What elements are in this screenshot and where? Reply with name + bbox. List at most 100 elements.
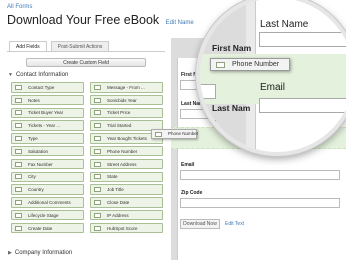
field-label: Message - From ... xyxy=(107,84,145,90)
field-icon xyxy=(94,135,101,141)
section-contact-information[interactable]: ▼ Contact Information xyxy=(8,72,68,78)
field-item[interactable]: City xyxy=(11,171,84,183)
email-label: Email xyxy=(181,162,195,168)
field-item[interactable]: Job Title xyxy=(90,184,163,195)
field-icon xyxy=(94,148,101,154)
field-icon xyxy=(94,187,101,193)
field-item[interactable]: Fax Number xyxy=(11,158,84,170)
page-title: Download Your Free eBook Edit Name xyxy=(7,13,194,27)
dragging-field[interactable]: Phone Number xyxy=(151,129,199,139)
zip-code-label: Zip Code xyxy=(181,190,203,196)
field-item[interactable]: Salutation xyxy=(11,145,84,157)
field-item[interactable]: Close Date xyxy=(90,197,163,208)
field-label: Additional Comments xyxy=(28,199,71,205)
field-item[interactable]: Contact Type xyxy=(11,82,84,93)
field-label: Create Date xyxy=(28,225,53,231)
field-item[interactable]: Sonicbids Year xyxy=(90,94,163,106)
zoom-email-input xyxy=(259,98,346,113)
field-label: Country xyxy=(28,187,44,193)
field-item[interactable]: Phone Number xyxy=(90,145,163,157)
field-label: Phone Number xyxy=(232,61,280,68)
zoom-dragging-field: Phone Number xyxy=(210,58,290,71)
download-now-button[interactable]: Download Now xyxy=(180,219,220,229)
section-company-information[interactable]: ▶ Company Information xyxy=(8,250,72,256)
field-icon xyxy=(15,135,22,141)
field-label: Ticket Buyer Year xyxy=(28,110,64,116)
field-icon xyxy=(216,61,225,68)
zip-code-input[interactable] xyxy=(180,198,340,208)
field-icon xyxy=(94,174,101,180)
chevron-right-icon: ▶ xyxy=(8,250,12,256)
field-icon xyxy=(15,212,22,218)
field-icon xyxy=(94,225,101,231)
field-item[interactable]: Notes xyxy=(11,94,84,106)
field-label: Trial Started xyxy=(107,123,132,129)
field-item[interactable]: Ticket Price xyxy=(90,107,163,119)
field-label: Lifecycle Stage xyxy=(28,212,59,218)
page-title-text: Download Your Free eBook xyxy=(7,13,160,27)
field-icon xyxy=(15,110,22,116)
field-item[interactable]: Tickets - Year ... xyxy=(11,120,84,131)
field-label: Contact Type xyxy=(28,84,55,90)
field-icon xyxy=(94,97,101,103)
field-label: City xyxy=(28,174,36,180)
field-label: Sonicbids Year xyxy=(107,97,137,103)
zoom-input-fragment xyxy=(200,84,216,99)
zoom-last-name-input xyxy=(259,32,346,47)
field-icon xyxy=(94,110,101,116)
field-item[interactable]: HubSpot Score xyxy=(90,222,163,234)
field-item[interactable]: Street Address xyxy=(90,158,163,170)
field-icon xyxy=(94,199,101,205)
field-label: Type xyxy=(28,135,38,141)
chevron-down-icon: ▼ xyxy=(8,72,13,78)
zoom-first-name-label: First Nam xyxy=(212,43,252,53)
email-input[interactable] xyxy=(180,170,340,180)
field-label: State xyxy=(107,174,118,180)
field-item[interactable]: Country xyxy=(11,184,84,195)
tab-divider xyxy=(7,51,165,52)
field-label: Street Address xyxy=(107,161,137,167)
field-item[interactable]: Additional Comments xyxy=(11,197,84,208)
section-label: Company Information xyxy=(14,250,73,256)
field-label: Job Title xyxy=(107,187,124,193)
zoom-last-name-label-2: Last Nam xyxy=(212,103,251,113)
tab-bar: Add Fields Post-Submit Actions xyxy=(9,41,110,51)
field-icon xyxy=(15,187,22,193)
field-item[interactable]: Type xyxy=(11,133,84,144)
field-icon xyxy=(155,131,162,137)
field-item[interactable]: Lifecycle Stage xyxy=(11,209,84,221)
field-item[interactable]: Message - From ... xyxy=(90,82,163,93)
magnifier-zoom: Last Name First Nam Last Nam Email Phone… xyxy=(196,0,346,156)
field-label: Phone Number xyxy=(168,131,199,136)
field-icon xyxy=(15,148,22,154)
tab-post-submit-actions[interactable]: Post-Submit Actions xyxy=(50,41,110,51)
edit-text-link[interactable]: Edit Text xyxy=(225,221,244,227)
field-label: Phone Number xyxy=(107,148,138,154)
field-icon xyxy=(94,161,101,167)
field-label: IP Address xyxy=(107,212,129,218)
field-icon xyxy=(15,97,22,103)
edit-name-link[interactable]: Edit Name xyxy=(166,20,194,26)
field-label: Year Bought Tickets xyxy=(107,135,147,141)
field-item[interactable]: Create Date xyxy=(11,222,84,234)
field-icon xyxy=(15,123,22,129)
section-label: Contact Information xyxy=(15,72,69,78)
field-label: Fax Number xyxy=(28,161,53,167)
zoom-email-label: Email xyxy=(260,82,286,93)
field-label: Close Date xyxy=(107,199,130,205)
field-icon xyxy=(94,212,101,218)
create-custom-field-button[interactable]: Create Custom Field xyxy=(26,58,146,67)
field-label: HubSpot Score xyxy=(107,225,138,231)
field-item[interactable]: State xyxy=(90,171,163,183)
field-item[interactable]: IP Address xyxy=(90,209,163,221)
field-item[interactable]: Ticket Buyer Year xyxy=(11,107,84,119)
breadcrumb[interactable]: All Forms xyxy=(7,4,32,10)
zoom-last-name-label: Last Name xyxy=(260,19,309,30)
field-icon xyxy=(15,84,22,90)
tab-add-fields[interactable]: Add Fields xyxy=(9,41,47,51)
field-icon xyxy=(94,84,101,90)
field-icon xyxy=(15,174,22,180)
field-label: Tickets - Year ... xyxy=(28,123,61,129)
field-label: Ticket Price xyxy=(107,110,131,116)
field-label: Salutation xyxy=(28,148,49,154)
